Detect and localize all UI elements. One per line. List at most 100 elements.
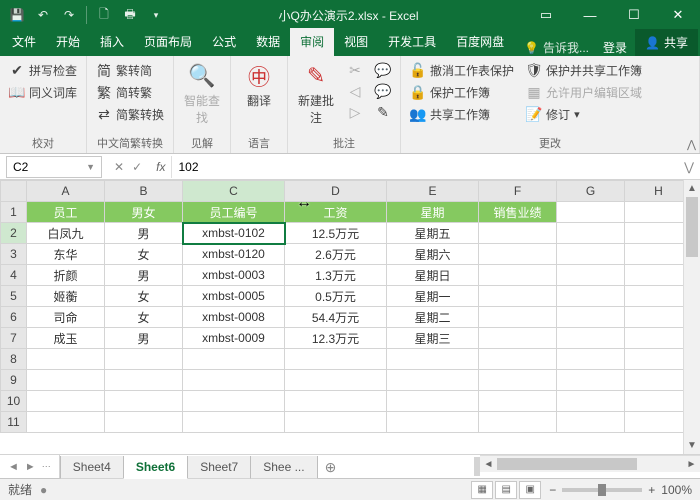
cell[interactable] — [105, 391, 183, 412]
share-button[interactable]: 👤 共享 — [635, 29, 698, 56]
cell[interactable]: 星期一 — [387, 286, 479, 307]
cell[interactable]: xmbst-0008 — [183, 307, 285, 328]
save-button[interactable]: 💾 — [6, 4, 28, 26]
cell[interactable]: 女 — [105, 286, 183, 307]
accept-formula-button[interactable]: ✓ — [132, 160, 142, 174]
cell[interactable]: 员工编号 — [183, 202, 285, 223]
add-sheet-button[interactable]: ⊕ — [317, 455, 345, 478]
horizontal-scrollbar[interactable]: ◄ ► — [480, 455, 700, 472]
cell[interactable]: 12.3万元 — [285, 328, 387, 349]
scroll-thumb[interactable] — [686, 197, 698, 257]
cell[interactable] — [387, 391, 479, 412]
cell[interactable] — [479, 349, 557, 370]
cell[interactable]: 星期六 — [387, 244, 479, 265]
scroll-right-button[interactable]: ► — [683, 456, 700, 472]
formula-input[interactable]: 102 — [171, 156, 678, 178]
cell[interactable]: xmbst-0009 — [183, 328, 285, 349]
unprotect-sheet-button[interactable]: 🔓撤消工作表保护 — [407, 60, 517, 81]
scroll-thumb[interactable] — [497, 458, 637, 470]
delete-comment-button[interactable]: ✂ — [344, 60, 366, 80]
cell[interactable] — [479, 370, 557, 391]
tab-insert[interactable]: 插入 — [90, 28, 134, 56]
cell[interactable] — [27, 349, 105, 370]
cell[interactable] — [479, 328, 557, 349]
cell[interactable]: 54.4万元 — [285, 307, 387, 328]
tab-review[interactable]: 审阅 — [290, 28, 334, 56]
cell[interactable]: xmbst-0003 — [183, 265, 285, 286]
cell[interactable] — [479, 307, 557, 328]
tab-data[interactable]: 数据 — [246, 28, 290, 56]
sheet-nav-prev[interactable]: ◄ — [6, 461, 21, 473]
convert-button[interactable]: ⇄简繁转换 — [93, 104, 167, 125]
cell[interactable] — [27, 370, 105, 391]
expand-formula-button[interactable]: ⋁ — [678, 160, 700, 174]
cell[interactable] — [557, 223, 625, 244]
tab-layout[interactable]: 页面布局 — [134, 28, 202, 56]
spellcheck-button[interactable]: ✔拼写检查 — [6, 60, 80, 81]
column-header[interactable]: A — [27, 181, 105, 202]
sheet-tab[interactable]: Shee ... — [250, 456, 317, 479]
redo-button[interactable]: ↷ — [58, 4, 80, 26]
cancel-formula-button[interactable]: ✕ — [114, 160, 124, 174]
row-header[interactable]: 9 — [1, 370, 27, 391]
scroll-down-button[interactable]: ▼ — [684, 437, 700, 454]
worksheet-grid[interactable]: ABCDEFGH1员工男女员工编号工资星期销售业绩2白凤九男xmbst-0102… — [0, 180, 700, 454]
thesaurus-button[interactable]: 📖同义词库 — [6, 82, 80, 103]
cell[interactable] — [557, 412, 625, 433]
share-workbook-button[interactable]: 👥共享工作簿 — [407, 104, 517, 125]
cell[interactable] — [285, 391, 387, 412]
qat-button-2[interactable]: 🖶 — [119, 4, 141, 26]
cell[interactable]: xmbst-0120 — [183, 244, 285, 265]
cell[interactable]: 星期五 — [387, 223, 479, 244]
cell[interactable]: 折颜 — [27, 265, 105, 286]
cell[interactable] — [27, 391, 105, 412]
smart-lookup-button[interactable]: 🔍智能查找 — [180, 60, 224, 128]
cell[interactable]: 男 — [105, 223, 183, 244]
column-header[interactable]: G — [557, 181, 625, 202]
cell[interactable]: 东华 — [27, 244, 105, 265]
row-header[interactable]: 8 — [1, 349, 27, 370]
view-normal-button[interactable]: ▦ — [471, 481, 493, 499]
cell[interactable]: 1.3万元 — [285, 265, 387, 286]
ribbon-options-button[interactable]: ▭ — [524, 0, 568, 30]
cell[interactable] — [387, 370, 479, 391]
cell[interactable] — [285, 370, 387, 391]
trad-to-simp-button[interactable]: 简繁转简 — [93, 60, 167, 81]
row-header[interactable]: 3 — [1, 244, 27, 265]
cell[interactable]: 女 — [105, 244, 183, 265]
cell[interactable] — [557, 244, 625, 265]
select-all-corner[interactable] — [1, 181, 27, 202]
cell[interactable]: xmbst-0005 — [183, 286, 285, 307]
column-header[interactable]: C — [183, 181, 285, 202]
row-header[interactable]: 11 — [1, 412, 27, 433]
minimize-button[interactable]: ― — [568, 0, 612, 30]
tab-baidu[interactable]: 百度网盘 — [446, 28, 514, 56]
column-header[interactable]: F — [479, 181, 557, 202]
cell[interactable]: 姬蘅 — [27, 286, 105, 307]
row-header[interactable]: 2 — [1, 223, 27, 244]
tab-formulas[interactable]: 公式 — [202, 28, 246, 56]
row-header[interactable]: 10 — [1, 391, 27, 412]
cell[interactable] — [183, 370, 285, 391]
zoom-in-button[interactable]: + — [648, 483, 655, 497]
view-layout-button[interactable]: ▤ — [495, 481, 517, 499]
new-comment-button[interactable]: ✎新建批注 — [294, 60, 338, 128]
view-pagebreak-button[interactable]: ▣ — [519, 481, 541, 499]
cell[interactable]: 星期日 — [387, 265, 479, 286]
cell[interactable] — [105, 370, 183, 391]
vertical-scrollbar[interactable]: ▲ ▼ — [683, 180, 700, 454]
protect-workbook-button[interactable]: 🔒保护工作簿 — [407, 82, 517, 103]
name-box[interactable]: C2▼ — [6, 156, 102, 178]
cell[interactable] — [557, 391, 625, 412]
row-header[interactable]: 7 — [1, 328, 27, 349]
cell[interactable] — [557, 202, 625, 223]
cell[interactable]: 销售业绩 — [479, 202, 557, 223]
cell[interactable]: 男 — [105, 265, 183, 286]
cell[interactable]: 2.6万元 — [285, 244, 387, 265]
cell[interactable]: 星期 — [387, 202, 479, 223]
sheet-nav-next[interactable]: ► — [23, 461, 38, 473]
qat-customize[interactable]: ▾ — [145, 4, 167, 26]
cell[interactable]: 男 — [105, 328, 183, 349]
allow-edit-ranges-button[interactable]: ▦允许用户编辑区域 — [523, 82, 645, 103]
cell[interactable] — [183, 349, 285, 370]
